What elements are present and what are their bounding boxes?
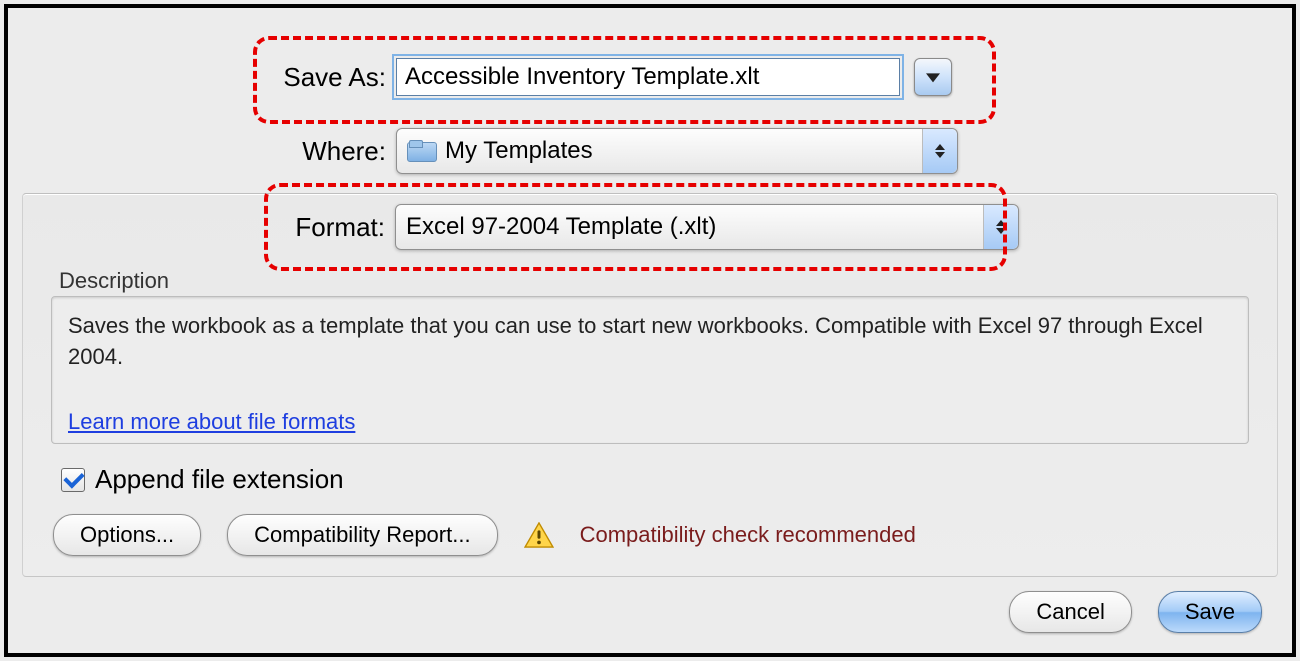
- options-button-row: Options... Compatibility Report... Compa…: [53, 514, 916, 556]
- save-as-label: Save As:: [276, 62, 386, 93]
- description-heading: Description: [59, 268, 169, 294]
- format-value: Excel 97-2004 Template (.xlt): [406, 213, 716, 241]
- warning-icon: [524, 522, 554, 548]
- where-value: My Templates: [445, 137, 593, 165]
- append-extension-row: Append file extension: [61, 464, 344, 495]
- where-popup[interactable]: My Templates: [396, 128, 958, 174]
- append-extension-label: Append file extension: [95, 464, 344, 495]
- save-button[interactable]: Save: [1158, 591, 1262, 633]
- save-as-row: Save As:: [276, 58, 952, 96]
- options-button[interactable]: Options...: [53, 514, 201, 556]
- chevron-updown-icon: [922, 129, 957, 173]
- format-row: Format: Excel 97-2004 Template (.xlt): [287, 204, 1019, 250]
- dialog-footer-buttons: Cancel Save: [1009, 591, 1262, 633]
- description-box: Saves the workbook as a template that yo…: [51, 296, 1249, 444]
- format-label: Format:: [287, 212, 385, 243]
- chevron-updown-icon: [983, 205, 1018, 249]
- options-panel: Format: Excel 97-2004 Template (.xlt) De…: [22, 193, 1278, 577]
- where-row: Where: My Templates: [288, 128, 958, 174]
- compatibility-warning-text: Compatibility check recommended: [580, 522, 916, 548]
- compatibility-report-button[interactable]: Compatibility Report...: [227, 514, 497, 556]
- expand-save-panel-button[interactable]: [914, 58, 952, 96]
- learn-more-link[interactable]: Learn more about file formats: [68, 407, 1232, 438]
- append-extension-checkbox[interactable]: [61, 468, 85, 492]
- folder-icon: [407, 140, 435, 162]
- cancel-button[interactable]: Cancel: [1009, 591, 1131, 633]
- where-label: Where:: [288, 136, 386, 167]
- description-text: Saves the workbook as a template that yo…: [68, 313, 1203, 369]
- save-as-input[interactable]: [396, 58, 900, 96]
- format-popup[interactable]: Excel 97-2004 Template (.xlt): [395, 204, 1019, 250]
